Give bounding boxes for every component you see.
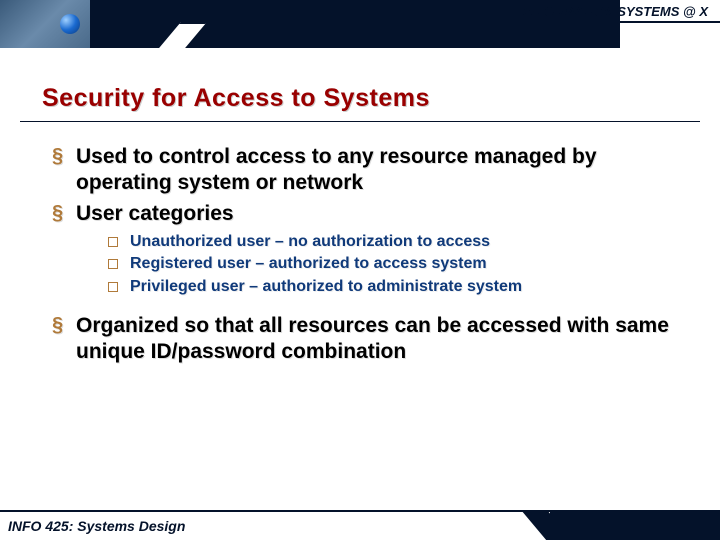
logo-image	[0, 0, 90, 48]
bullet-level2: Registered user – authorized to access s…	[108, 253, 680, 275]
bullet-level1: User categories	[52, 201, 680, 227]
slide-content: Used to control access to any resource m…	[0, 122, 720, 365]
header-rule	[190, 21, 720, 23]
bullet-level2: Privileged user – authorized to administ…	[108, 276, 680, 298]
footer-dark-strip	[550, 512, 720, 540]
bullet-level1: Organized so that all resources can be a…	[52, 313, 680, 366]
footer-label: INFO 425: Systems Design	[8, 518, 185, 534]
bullet-level2: Unauthorized user – no authorization to …	[108, 231, 680, 253]
footer-bar: INFO 425: Systems Design	[0, 510, 720, 540]
header-brand: INFORMATION SYSTEMS @ X	[523, 4, 708, 19]
slide-title: Security for Access to Systems	[42, 84, 720, 113]
header-bar: INFORMATION SYSTEMS @ X	[0, 0, 720, 48]
bullet-level1: Used to control access to any resource m…	[52, 144, 680, 197]
